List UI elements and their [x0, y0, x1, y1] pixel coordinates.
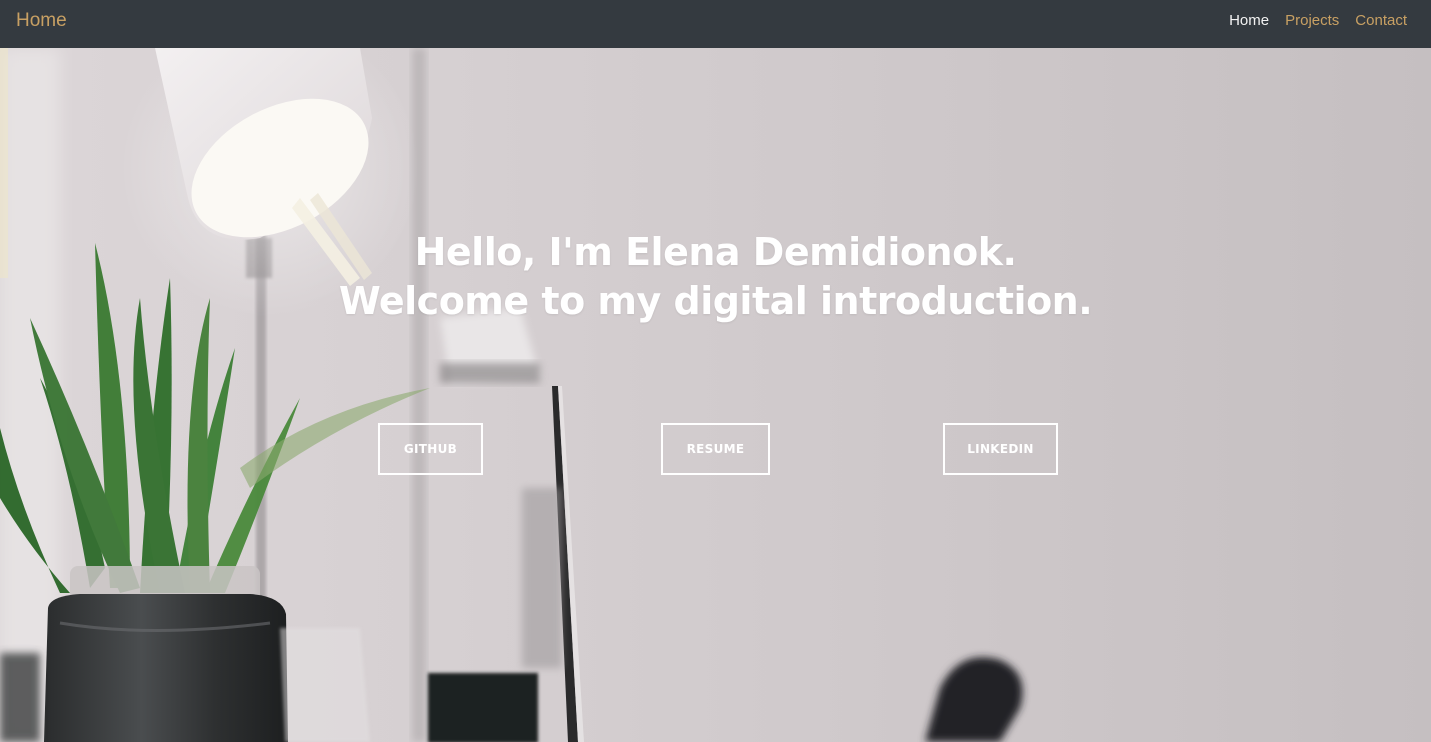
hero-background-image	[0, 48, 1023, 742]
nav-link-contact[interactable]: Contact	[1355, 12, 1407, 30]
resume-button[interactable]: RESUME	[661, 423, 770, 475]
nav-link-projects[interactable]: Projects	[1285, 12, 1339, 30]
hero-section: Hello, I'm Elena Demidionok. Welcome to …	[0, 48, 1431, 742]
nav-link-home[interactable]: Home	[1229, 12, 1269, 30]
hero-heading: Hello, I'm Elena Demidionok. Welcome to …	[0, 228, 1431, 326]
hero-heading-line-1: Hello, I'm Elena Demidionok.	[414, 230, 1017, 274]
github-button[interactable]: GITHUB	[378, 423, 483, 475]
navbar-brand-link[interactable]: Home	[16, 9, 67, 33]
linkedin-button[interactable]: LINKEDIN	[943, 423, 1058, 475]
hero-heading-line-2: Welcome to my digital introduction.	[338, 279, 1093, 323]
page: Home Home Projects Contact Hello, I'm El…	[0, 0, 1431, 742]
navbar: Home Home Projects Contact	[0, 0, 1431, 48]
nav-links: Home Projects Contact	[1229, 12, 1407, 30]
